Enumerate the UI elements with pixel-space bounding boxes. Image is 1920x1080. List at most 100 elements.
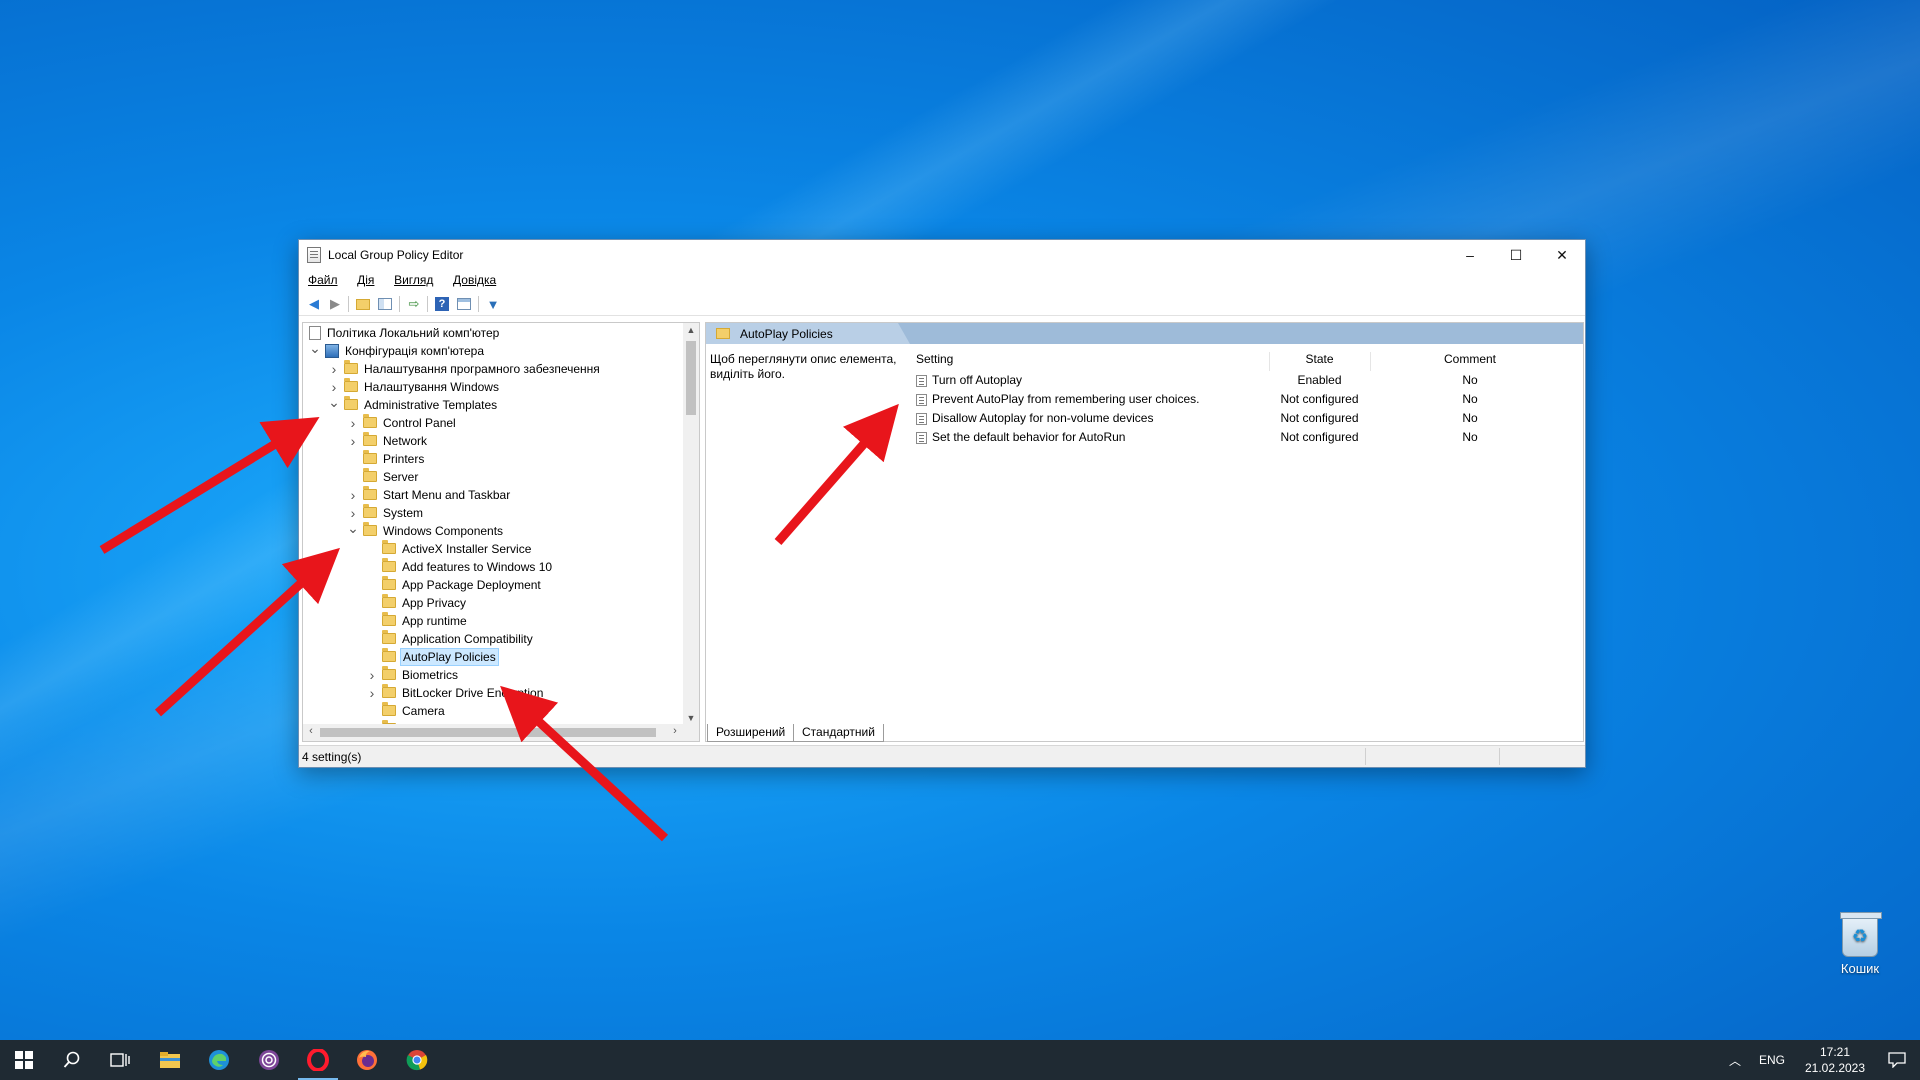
tree-item-label: System [383, 506, 424, 520]
expand-chevron-icon[interactable]: › [347, 432, 359, 450]
up-folder-icon[interactable] [353, 295, 373, 313]
start-icon[interactable] [0, 1040, 48, 1080]
tree-item[interactable]: Політика Локальний комп'ютер [303, 324, 685, 342]
setting-name: Turn off Autoplay [932, 373, 1023, 387]
tree-item[interactable]: › Налаштування програмного забезпечення [303, 360, 685, 378]
expand-chevron-icon[interactable]: › [366, 684, 378, 702]
group-policy-editor-window: Local Group Policy Editor – ☐ ✕ Файл Дія… [298, 239, 1586, 768]
tree-pane: Політика Локальний комп'ютер ⌄ Конфігураці… [302, 322, 700, 742]
edge-icon[interactable] [195, 1040, 243, 1080]
column-header-state[interactable]: State [1269, 352, 1370, 371]
chrome-icon[interactable] [393, 1040, 441, 1080]
notification-icon[interactable] [1874, 1040, 1920, 1080]
export-list-icon[interactable]: ⇨ [404, 295, 424, 313]
tree-item[interactable]: › Start Menu and Taskbar [303, 486, 685, 504]
tab-standard[interactable]: Стандартний [793, 724, 884, 742]
collapse-chevron-icon[interactable]: ⌄ [328, 395, 340, 409]
tree-item[interactable]: ⌄ Конфігурація комп'ютера [303, 341, 685, 360]
table-row[interactable]: Turn off Autoplay Enabled No [916, 371, 1566, 390]
menu-file[interactable]: Файл [299, 270, 345, 287]
scroll-up-icon[interactable]: ▲ [683, 325, 699, 335]
opera-icon[interactable] [294, 1040, 342, 1080]
scroll-down-icon[interactable]: ▼ [683, 713, 699, 723]
tree-item[interactable]: › Biometrics [303, 666, 685, 684]
expand-chevron-icon[interactable]: › [347, 486, 359, 504]
expand-chevron-icon[interactable]: › [347, 414, 359, 432]
tree-item[interactable]: AutoPlay Policies [303, 648, 685, 666]
forward-arrow-icon[interactable]: ▶ [325, 295, 345, 313]
folder-icon [382, 684, 396, 698]
minimize-button[interactable]: – [1447, 240, 1493, 270]
taskbar: ︿ ENG 17:21 21.02.2023 [0, 1040, 1920, 1080]
column-header-setting[interactable]: Setting [916, 352, 953, 371]
tree-item[interactable]: › Налаштування Windows [303, 378, 685, 396]
chevron-up-icon[interactable]: ︿ [1720, 1040, 1750, 1080]
status-text: 4 setting(s) [302, 750, 362, 764]
help-icon[interactable]: ? [432, 295, 452, 313]
tree-item[interactable]: Server [303, 468, 685, 486]
task-view-icon[interactable] [96, 1040, 144, 1080]
menu-action[interactable]: Дія [348, 270, 381, 287]
tree-item-label: Network [383, 434, 428, 448]
title-bar[interactable]: Local Group Policy Editor – ☐ ✕ [299, 240, 1585, 270]
tree-item[interactable]: Add features to Windows 10 [303, 558, 685, 576]
scroll-right-icon[interactable]: › [667, 725, 683, 737]
folder-icon [716, 328, 730, 339]
menu-help[interactable]: Довідка [444, 270, 503, 287]
recycle-bin-shortcut[interactable]: Кошик [1832, 912, 1888, 976]
tree-item-label: Control Panel [383, 416, 456, 430]
search-icon[interactable] [48, 1040, 96, 1080]
collapse-chevron-icon[interactable]: ⌄ [309, 341, 321, 355]
column-header-comment[interactable]: Comment [1370, 352, 1570, 371]
tree-vertical-scroll-thumb[interactable] [686, 341, 696, 415]
tree-item[interactable]: › BitLocker Drive Encryption [303, 684, 685, 702]
table-row[interactable]: Prevent AutoPlay from remembering user c… [916, 390, 1566, 409]
filter-icon[interactable]: ▼ [483, 295, 503, 313]
tor-browser-icon[interactable] [245, 1040, 293, 1080]
tree-item[interactable]: App Package Deployment [303, 576, 685, 594]
recycle-bin-label: Кошик [1840, 961, 1880, 976]
file-explorer-icon[interactable] [146, 1040, 194, 1080]
folder-icon [344, 360, 358, 374]
tree-item[interactable]: ⌄ Administrative Templates [303, 395, 685, 414]
tab-extended[interactable]: Розширений [707, 724, 795, 742]
tree-item[interactable]: › Network [303, 432, 685, 450]
expand-chevron-icon[interactable]: › [328, 360, 340, 378]
tree-item-label: Налаштування програмного забезпечення [364, 362, 600, 376]
back-arrow-icon[interactable]: ◀ [304, 295, 324, 313]
table-row[interactable]: Set the default behavior for AutoRun Not … [916, 428, 1566, 447]
setting-comment: No [1462, 373, 1478, 387]
properties-icon[interactable] [454, 295, 474, 313]
tree-item[interactable]: ActiveX Installer Service [303, 540, 685, 558]
firefox-icon[interactable] [343, 1040, 391, 1080]
folder-icon [363, 504, 377, 518]
recycle-bin-icon [1840, 912, 1882, 957]
tree-item[interactable]: App Privacy [303, 594, 685, 612]
tree-item[interactable]: › Control Panel [303, 414, 685, 432]
collapse-chevron-icon[interactable]: ⌄ [347, 521, 359, 535]
scroll-left-icon[interactable]: ‹ [303, 725, 319, 737]
details-header-title: AutoPlay Policies [740, 327, 833, 341]
expand-chevron-icon[interactable]: › [366, 666, 378, 684]
tree-item[interactable]: Application Compatibility [303, 630, 685, 648]
tree-item[interactable]: Printers [303, 450, 685, 468]
show-hide-tree-icon[interactable] [375, 295, 395, 313]
tree-horizontal-scrollbar[interactable]: ‹ › [303, 724, 699, 741]
tree-item-label: BitLocker Drive Encryption [402, 686, 544, 700]
folder-icon [363, 468, 377, 482]
tree-horizontal-scroll-thumb[interactable] [320, 728, 656, 737]
folder-icon [344, 396, 358, 410]
menu-view[interactable]: Вигляд [385, 270, 440, 287]
tree-vertical-scrollbar[interactable]: ▲ ▼ [683, 323, 699, 725]
tree-item[interactable]: App runtime [303, 612, 685, 630]
close-button[interactable]: ✕ [1539, 240, 1585, 270]
tree-item-label: Application Compatibility [402, 632, 533, 646]
tree-item[interactable]: ⌄ Windows Components [303, 521, 685, 540]
clock[interactable]: 17:21 21.02.2023 [1800, 1044, 1870, 1076]
clock-time: 17:21 [1819, 1045, 1851, 1059]
tree-item[interactable]: › System [303, 504, 685, 522]
language-indicator[interactable]: ENG [1752, 1040, 1792, 1080]
table-row[interactable]: Disallow Autoplay for non-volume devices… [916, 409, 1566, 428]
tree-item[interactable]: Camera [303, 702, 685, 720]
maximize-button[interactable]: ☐ [1493, 240, 1539, 270]
